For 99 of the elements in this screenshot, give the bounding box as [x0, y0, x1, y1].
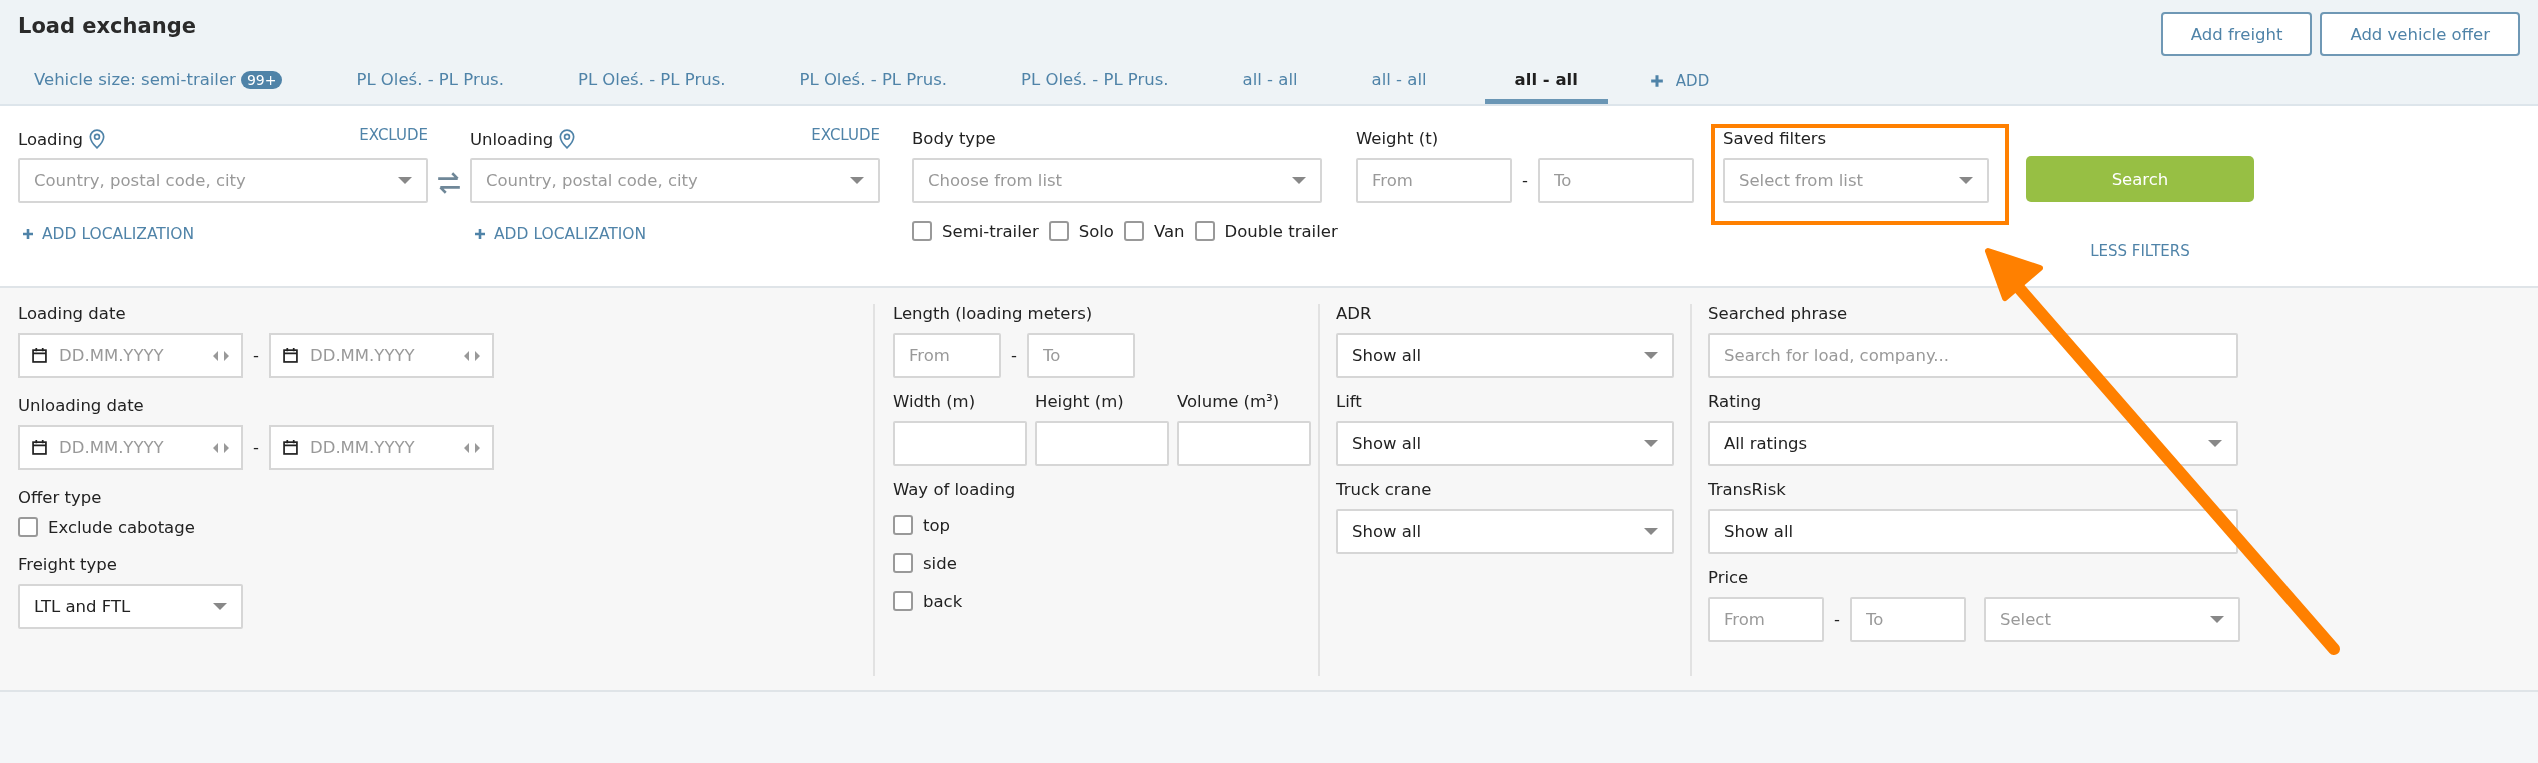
filter-tab[interactable]: PL Oleś. - PL Prus.	[340, 70, 520, 104]
field-label: Width (m)	[893, 392, 977, 411]
plus-icon	[22, 228, 34, 240]
stepper-arrows-icon[interactable]	[463, 350, 480, 361]
field-label: ADR	[1336, 304, 1373, 323]
field-label: Height (m)	[1035, 392, 1125, 411]
header-button[interactable]: Add freight	[2160, 12, 2313, 56]
checkbox[interactable]	[18, 517, 38, 537]
swap-icon[interactable]	[436, 172, 462, 194]
date-field[interactable]: DD.MM.YYYY	[268, 425, 494, 470]
dimension-field[interactable]	[1177, 421, 1311, 466]
field-label: TransRisk	[1708, 480, 1787, 499]
filter-tab[interactable]: all - all	[1226, 70, 1314, 104]
weight-to-field[interactable]: To	[1537, 158, 1694, 203]
range-separator: -	[253, 346, 259, 365]
checkbox[interactable]	[893, 553, 913, 573]
field-label: Length (loading meters)	[893, 304, 1094, 323]
checkbox-label: top	[923, 515, 951, 535]
checkbox[interactable]	[912, 221, 932, 241]
exclude-link[interactable]: EXCLUDE	[359, 126, 428, 144]
plus-icon	[474, 228, 486, 240]
field-label: Loading date	[18, 304, 127, 323]
field-label: Body type	[912, 128, 997, 150]
field-label: Price	[1708, 568, 1750, 587]
location-dropdown[interactable]: Country, postal code, city	[470, 158, 880, 203]
checkbox[interactable]	[1194, 221, 1215, 241]
checkbox-label: side	[923, 553, 957, 573]
location-pin-icon	[559, 129, 576, 149]
count-badge: 99+	[240, 70, 283, 89]
field-label: Unloading date	[18, 396, 145, 415]
add-localization-link[interactable]: ADD LOCALIZATION	[42, 225, 195, 243]
search-phrase-field[interactable]: Search for load, company...	[1708, 333, 2238, 378]
add-tab-link[interactable]: ADD	[1675, 72, 1710, 90]
checkbox[interactable]	[1048, 221, 1069, 241]
currency-dropdown[interactable]: Select	[1983, 597, 2240, 642]
price-from-field[interactable]: From	[1708, 597, 1824, 642]
filter-tab[interactable]: Vehicle size: semi-trailer 99+	[18, 70, 299, 104]
rating-dropdown[interactable]: All ratings	[1708, 421, 2238, 466]
checkbox[interactable]	[893, 591, 913, 611]
equipment-dropdown[interactable]: Show all	[1336, 509, 1674, 554]
saved-filters-dropdown[interactable]: Select from list	[1722, 158, 1989, 203]
add-localization-link[interactable]: ADD LOCALIZATION	[494, 225, 647, 243]
field-label: Lift	[1336, 392, 1363, 411]
plus-icon	[1649, 74, 1664, 88]
dimension-field[interactable]	[1035, 421, 1169, 466]
checkbox[interactable]	[893, 515, 913, 535]
equipment-dropdown[interactable]: Show all	[1336, 333, 1674, 378]
checkbox-label: Solo	[1078, 221, 1114, 241]
field-label: Rating	[1708, 392, 1763, 411]
stepper-arrows-icon[interactable]	[213, 350, 229, 361]
date-field[interactable]: DD.MM.YYYY	[268, 333, 494, 378]
range-separator: -	[1834, 610, 1840, 629]
search-button[interactable]: Search	[2025, 156, 2254, 202]
weight-from-field[interactable]: From	[1356, 158, 1512, 203]
filter-tab[interactable]: all - all	[1355, 70, 1443, 104]
date-field[interactable]: DD.MM.YYYY	[18, 333, 243, 378]
body-type-dropdown[interactable]: Choose from list	[912, 158, 1322, 203]
equipment-dropdown[interactable]: Show all	[1336, 421, 1674, 466]
calendar-icon	[32, 348, 47, 363]
field-label: Unloading	[470, 129, 554, 149]
field-label: Saved filters	[1722, 128, 1828, 150]
checkbox-label: back	[923, 591, 963, 611]
length-to-field[interactable]: To	[1026, 333, 1135, 378]
price-to-field[interactable]: To	[1849, 597, 1966, 642]
field-label: Freight type	[18, 555, 118, 574]
calendar-icon	[282, 348, 298, 363]
field-label: Offer type	[18, 488, 103, 507]
stepper-arrows-icon[interactable]	[213, 442, 229, 453]
range-separator: -	[1522, 171, 1528, 190]
calendar-icon	[282, 440, 298, 455]
stepper-arrows-icon[interactable]	[463, 442, 480, 453]
checkbox-label: Semi-trailer	[942, 221, 1039, 241]
calendar-icon	[32, 440, 47, 455]
length-from-field[interactable]: From	[893, 333, 1001, 378]
checkbox-label: Double trailer	[1224, 221, 1338, 241]
dimension-field[interactable]	[893, 421, 1027, 466]
filter-tab[interactable]: PL Oleś. - PL Prus.	[1005, 70, 1185, 104]
checkbox-label: Van	[1153, 221, 1185, 241]
checkbox[interactable]	[1123, 221, 1144, 241]
field-label: Truck crane	[1336, 480, 1433, 499]
filter-tab[interactable]: PL Oleś. - PL Prus.	[561, 70, 742, 104]
field-label: Volume (m³)	[1177, 392, 1281, 411]
field-label: Loading	[18, 129, 84, 149]
location-pin-icon	[89, 129, 106, 149]
exclude-link[interactable]: EXCLUDE	[811, 126, 880, 144]
filter-tab[interactable]: PL Oleś. - PL Prus.	[783, 70, 964, 104]
date-field[interactable]: DD.MM.YYYY	[18, 425, 243, 470]
field-label: Way of loading	[893, 480, 1017, 499]
less-filters-link[interactable]: LESS FILTERS	[2090, 242, 2190, 260]
field-label: Weight (t)	[1356, 128, 1440, 150]
transrisk-field[interactable]: Show all	[1708, 509, 2238, 554]
range-separator: -	[253, 438, 259, 457]
header-button[interactable]: Add vehicle offer	[2320, 12, 2520, 56]
range-separator: -	[1011, 346, 1017, 365]
checkbox-label: Exclude cabotage	[48, 517, 195, 537]
page-title: Load exchange	[18, 13, 196, 40]
location-dropdown[interactable]: Country, postal code, city	[18, 158, 428, 203]
field-label: Searched phrase	[1708, 304, 1849, 323]
freight-type-dropdown[interactable]: LTL and FTL	[18, 584, 243, 629]
